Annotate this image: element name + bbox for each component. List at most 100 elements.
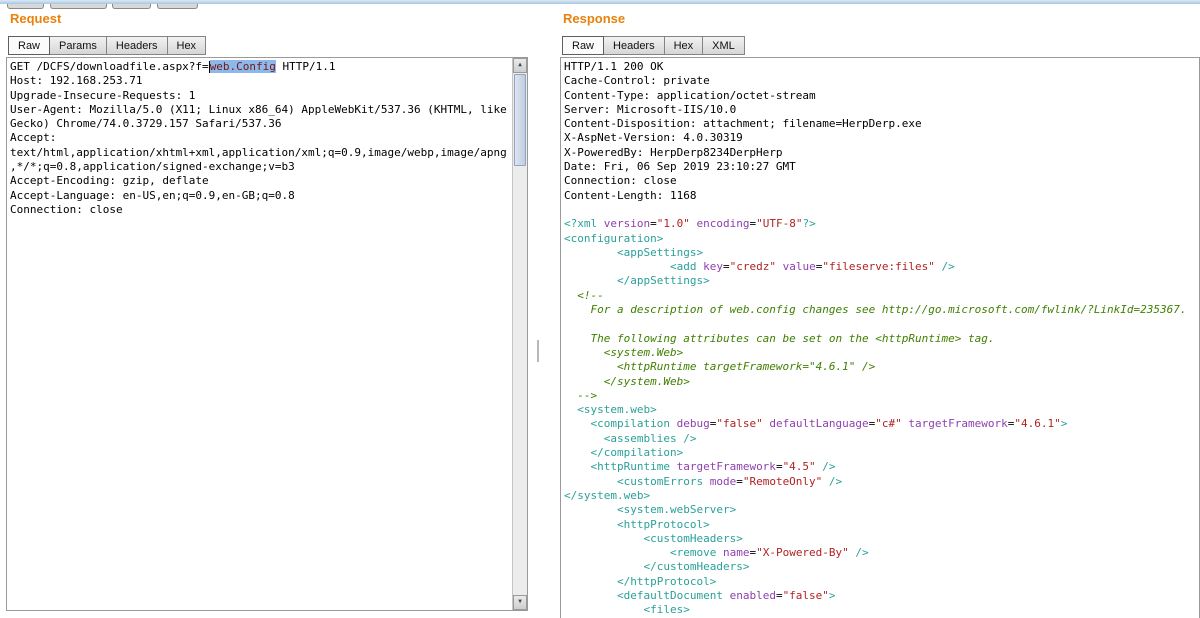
token-t: </customHeaders> <box>643 560 749 573</box>
arrow-down-icon: ▼ <box>518 595 522 609</box>
scrollbar-thumb[interactable] <box>514 74 526 166</box>
partial-button[interactable] <box>7 4 44 9</box>
token-p: = <box>776 589 783 602</box>
editor-line: Content-Disposition: attachment; filenam… <box>564 117 1194 131</box>
token-v: "4.6.1" <box>1014 417 1060 430</box>
token-p: Content-Disposition: attachment; filenam… <box>564 117 922 130</box>
token-p: = <box>650 217 657 230</box>
tab-xml[interactable]: XML <box>702 36 745 55</box>
token-p: Date: Fri, 06 Sep 2019 23:10:27 GMT <box>564 160 796 173</box>
editor-line: <appSettings> <box>564 246 1194 260</box>
token-p <box>564 546 670 559</box>
editor-line: </appSettings> <box>564 274 1194 288</box>
editor-line: <httpProtocol> <box>564 518 1194 532</box>
editor-line: <system.Web> <box>564 346 1194 360</box>
scroll-up-button[interactable]: ▲ <box>513 58 527 73</box>
editor-line: </compilation> <box>564 446 1194 460</box>
token-t: <customHeaders> <box>643 532 742 545</box>
token-t: /> <box>816 460 836 473</box>
token-p: X-PoweredBy: HerpDerp8234DerpHerp <box>564 146 783 159</box>
token-p <box>564 518 617 531</box>
token-p: HTTP/1.1 200 OK <box>564 60 663 73</box>
editor-line: <compilation debug="false" defaultLangua… <box>564 417 1194 431</box>
selected-text: web.Config <box>210 60 276 73</box>
editor-line: Connection: close <box>564 174 1194 188</box>
token-t: <system.web> <box>577 403 656 416</box>
editor-line: <defaultDocument enabled="false"> <box>564 589 1194 603</box>
token-t: ?> <box>802 217 815 230</box>
token-p: = <box>776 460 783 473</box>
token-a: encoding <box>690 217 750 230</box>
token-p <box>564 432 604 445</box>
partial-button[interactable] <box>50 4 107 9</box>
request-tabs: RawParamsHeadersHex <box>8 36 205 55</box>
editor-line: For a description of web.config changes … <box>564 303 1194 317</box>
request-editor[interactable]: GET /DCFS/downloadfile.aspx?f=web.Config… <box>6 57 528 611</box>
tab-params[interactable]: Params <box>49 36 107 55</box>
tab-raw[interactable]: Raw <box>562 36 604 55</box>
tab-raw[interactable]: Raw <box>8 36 50 55</box>
partial-button[interactable] <box>157 4 198 9</box>
panel-splitter[interactable] <box>537 340 539 362</box>
token-t: <defaultDocument <box>617 589 730 602</box>
token-p: Server: Microsoft-IIS/10.0 <box>564 103 736 116</box>
scroll-down-button[interactable]: ▼ <box>513 595 527 610</box>
token-p: Accept-Encoding: gzip, deflate <box>10 174 209 187</box>
token-a: defaultLanguage <box>763 417 869 430</box>
token-v: "1.0" <box>657 217 690 230</box>
editor-line: Connection: close <box>10 203 507 217</box>
editor-line: --> <box>564 389 1194 403</box>
token-p: Accept: text/html,application/xhtml+xml,… <box>10 131 507 173</box>
token-a: enabled <box>730 589 776 602</box>
token-a: value <box>776 260 816 273</box>
token-p <box>564 246 617 259</box>
token-p <box>564 532 643 545</box>
token-p: Content-Type: application/octet-stream <box>564 89 816 102</box>
token-c: <httpRuntime targetFramework="4.6.1" /> <box>564 360 875 373</box>
token-t: <customErrors <box>617 475 710 488</box>
token-v: "false" <box>716 417 762 430</box>
token-t: <?xml <box>564 217 604 230</box>
tab-headers[interactable]: Headers <box>603 36 665 55</box>
token-a: targetFramework <box>677 460 776 473</box>
editor-line: <configuration> <box>564 232 1194 246</box>
editor-line: The following attributes can be set on t… <box>564 332 1194 346</box>
token-p: User-Agent: Mozilla/5.0 (X11; Linux x86_… <box>10 103 513 130</box>
token-p: Connection: close <box>564 174 677 187</box>
token-t: <add <box>670 260 703 273</box>
editor-line: Cache-Control: private <box>564 74 1194 88</box>
response-raw-text[interactable]: HTTP/1.1 200 OKCache-Control: privateCon… <box>561 58 1199 618</box>
request-raw-text[interactable]: GET /DCFS/downloadfile.aspx?f=web.Config… <box>7 58 512 217</box>
editor-line: <files> <box>564 603 1194 617</box>
editor-line: GET /DCFS/downloadfile.aspx?f=web.Config… <box>10 60 507 74</box>
token-p <box>564 603 643 616</box>
token-p <box>564 460 591 473</box>
editor-line: Server: Microsoft-IIS/10.0 <box>564 103 1194 117</box>
token-t: /> <box>822 475 842 488</box>
token-a: key <box>703 260 723 273</box>
request-scrollbar[interactable]: ▲ ▼ <box>512 58 527 610</box>
tab-hex[interactable]: Hex <box>167 36 207 55</box>
tab-headers[interactable]: Headers <box>106 36 168 55</box>
response-editor[interactable]: HTTP/1.1 200 OKCache-Control: privateCon… <box>560 57 1200 618</box>
token-p: Content-Length: 1168 <box>564 189 696 202</box>
token-p <box>564 403 577 416</box>
arrow-up-icon: ▲ <box>518 58 522 72</box>
token-a: mode <box>710 475 737 488</box>
token-p <box>564 475 617 488</box>
token-v: "4.5" <box>783 460 816 473</box>
tab-hex[interactable]: Hex <box>664 36 704 55</box>
editor-line: Host: 192.168.253.71 <box>10 74 507 88</box>
token-p <box>564 575 617 588</box>
editor-line: <assemblies /> <box>564 432 1194 446</box>
token-p <box>564 503 617 516</box>
editor-line: <!-- <box>564 289 1194 303</box>
token-t: > <box>1061 417 1068 430</box>
token-t: </system.web> <box>564 489 650 502</box>
editor-line: Content-Length: 1168 <box>564 189 1194 203</box>
token-a: name <box>723 546 750 559</box>
partial-button[interactable] <box>112 4 151 9</box>
token-t: <remove <box>670 546 723 559</box>
token-p: = <box>723 260 730 273</box>
response-panel-title: Response <box>563 11 625 26</box>
